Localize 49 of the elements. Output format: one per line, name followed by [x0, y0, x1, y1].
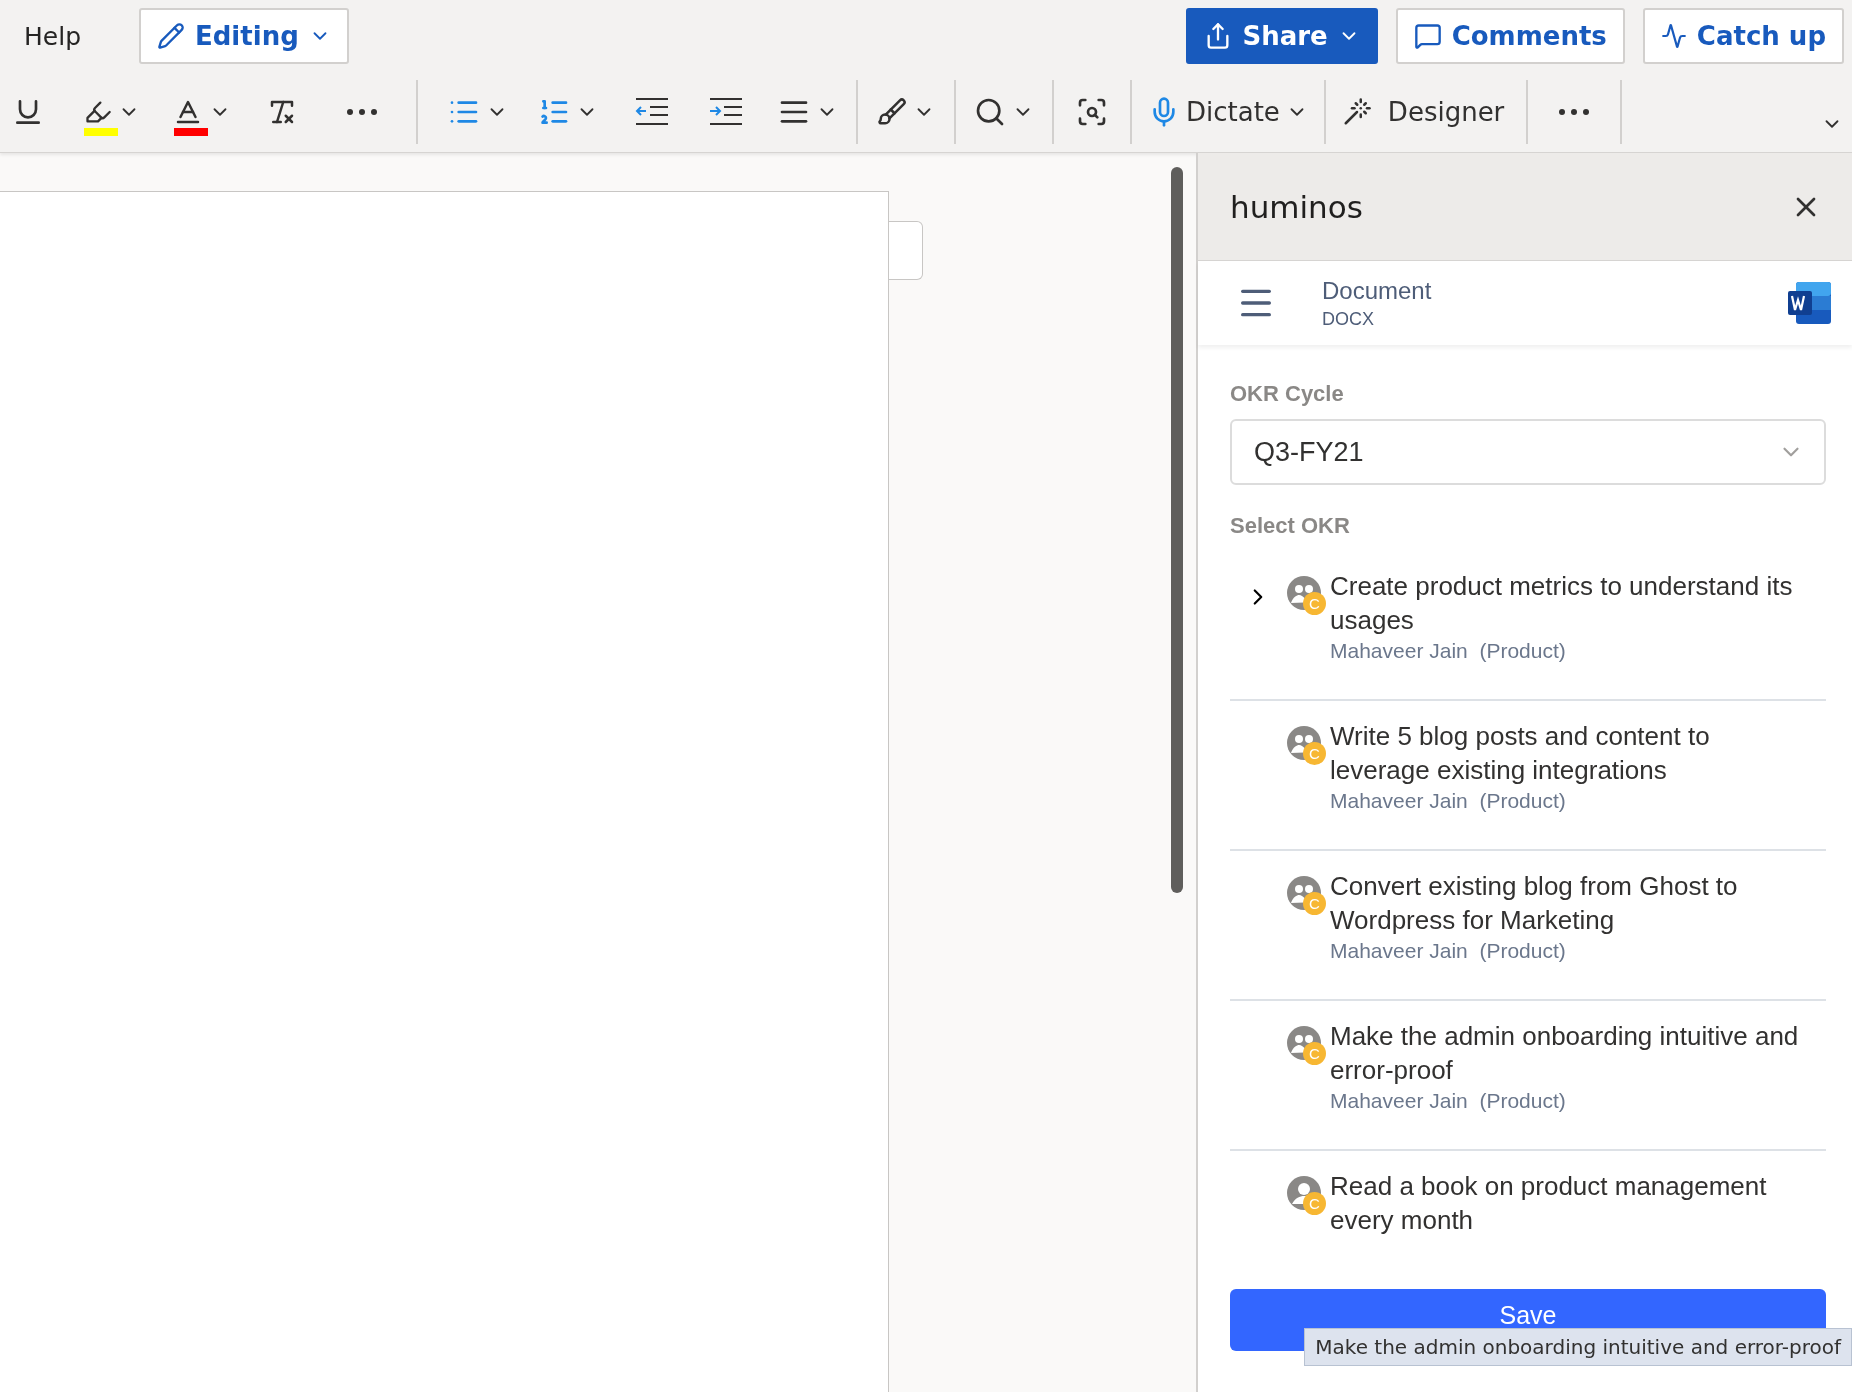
- cycle-dropdown[interactable]: Q3-FY21: [1230, 419, 1826, 485]
- designer-button[interactable]: Designer: [1333, 84, 1513, 140]
- okr-item[interactable]: C Write 5 blog posts and content to leverage existing integrations Mahaveer Jain (Product): [1230, 701, 1826, 851]
- search-icon: [974, 96, 1006, 128]
- font-color-bar: [174, 128, 208, 136]
- status-badge: C: [1303, 1192, 1326, 1215]
- reader-icon: [1076, 96, 1108, 128]
- increase-indent-icon: [708, 96, 744, 128]
- okr-owner: Mahaveer Jain (Product): [1330, 639, 1567, 663]
- okr-title: Read a book on product management every month: [1330, 1170, 1768, 1237]
- help-menu[interactable]: Help: [24, 21, 81, 51]
- comment-icon: [1413, 22, 1442, 50]
- editing-mode-button[interactable]: Editing: [139, 8, 349, 64]
- word-logo-icon: [1788, 281, 1832, 325]
- okr-owner: Mahaveer Jain (Product): [1330, 1089, 1567, 1113]
- field-label: OKR Cycle: [1230, 381, 1345, 407]
- status-badge: C: [1303, 592, 1326, 615]
- highlight-color-bar: [84, 128, 118, 136]
- okr-owner: Mahaveer Jain (Product): [1330, 939, 1567, 963]
- pencil-icon: [157, 22, 185, 50]
- panel-title: huminos: [1230, 188, 1363, 225]
- pulse-icon: [1660, 23, 1687, 49]
- status-badge: C: [1303, 742, 1326, 765]
- comment-marker: [889, 221, 923, 280]
- field-label: Select OKR: [1230, 513, 1351, 539]
- dictate-button[interactable]: Dictate: [1140, 84, 1316, 140]
- document-name: Document: [1322, 276, 1433, 305]
- okr-item[interactable]: C Create product metrics to understand its usages Mahaveer Jain (Product): [1230, 551, 1826, 701]
- more-icon: [347, 109, 377, 115]
- okr-item[interactable]: C Convert existing blog from Ghost to Wordpress for Marketing Mahaveer Jain (Product): [1230, 851, 1826, 1001]
- okr-title: Create product metrics to understand its usages: [1330, 570, 1794, 637]
- share-button[interactable]: Share: [1186, 8, 1378, 64]
- decrease-indent-icon: [634, 96, 670, 128]
- tooltip: Make the admin onboarding intuitive and error-proof: [1304, 1328, 1852, 1366]
- okr-title: Convert existing blog from Ghost to Wordpress for Marketing: [1330, 870, 1739, 937]
- okr-title: Make the admin onboarding intuitive and error-proof: [1330, 1020, 1800, 1087]
- catchup-button[interactable]: Catch up: [1642, 8, 1844, 64]
- comments-button[interactable]: Comments: [1395, 8, 1625, 64]
- status-badge: C: [1303, 1042, 1326, 1065]
- brush-icon: [877, 97, 907, 127]
- okr-title: Write 5 blog posts and content to leverage existing integrations: [1330, 720, 1711, 787]
- more-icon: [1559, 109, 1590, 115]
- okr-item[interactable]: C Make the admin onboarding intuitive and error-proof Mahaveer Jain (Product): [1230, 1001, 1826, 1151]
- document-type: DOCX: [1322, 308, 1375, 330]
- scrollbar[interactable]: [1171, 167, 1183, 893]
- highlighter-icon: [84, 98, 112, 126]
- status-badge: C: [1303, 892, 1326, 915]
- okr-owner: Mahaveer Jain (Product): [1330, 789, 1567, 813]
- okr-item[interactable]: C Read a book on product management every month: [1230, 1151, 1826, 1237]
